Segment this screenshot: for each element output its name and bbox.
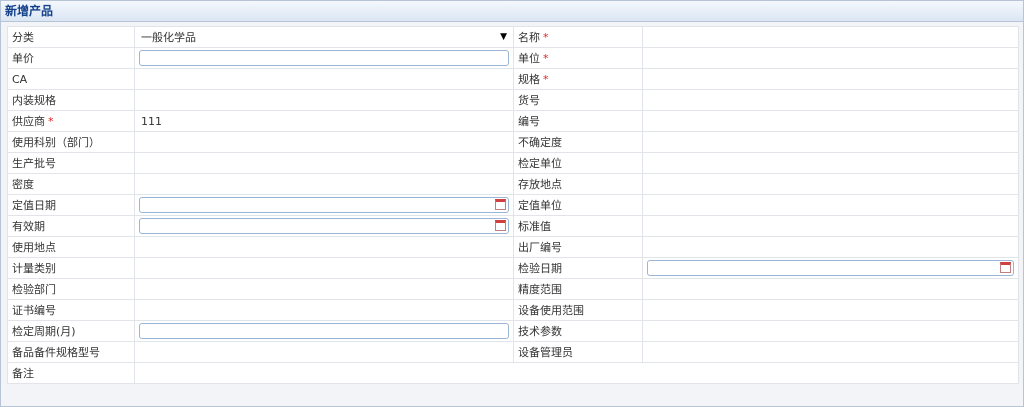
unit-field[interactable] (642, 47, 1019, 69)
form-row: 密度 存放地点 (7, 173, 1019, 195)
valid-period-label: 有效期 (7, 215, 135, 237)
storage-field[interactable] (642, 173, 1019, 195)
required-mark: * (543, 52, 549, 65)
calendar-icon[interactable] (495, 220, 506, 231)
device-range-field[interactable] (642, 299, 1019, 321)
form-row: 定值日期 定值单位 (7, 194, 1019, 216)
number-field[interactable] (642, 110, 1019, 132)
tech-params-label: 技术参数 (513, 320, 643, 342)
form-row: 备注 (7, 362, 1019, 384)
form-row: 证书编号 设备使用范围 (7, 299, 1019, 321)
remark-label: 备注 (7, 362, 135, 384)
supplier-label: 供应商 (12, 115, 45, 128)
form-row: 生产批号 检定单位 (7, 152, 1019, 174)
verify-cycle-label: 检定周期(月) (7, 320, 135, 342)
valuation-date-label: 定值日期 (7, 194, 135, 216)
name-label: 名称 (518, 31, 540, 44)
panel-title: 新增产品 (1, 1, 1023, 22)
spare-model-field[interactable] (134, 341, 514, 363)
verify-cycle-input[interactable] (139, 323, 509, 339)
usage-dept-field[interactable] (134, 131, 514, 153)
device-admin-label: 设备管理员 (513, 341, 643, 363)
form-row: 供应商 * 111 编号 (7, 110, 1019, 132)
add-product-panel: 新增产品 分类 一般化学品 ▼ 名称 * 单价 单位 * CA 规格 * 内装规… (0, 0, 1024, 407)
valuation-unit-label: 定值单位 (513, 194, 643, 216)
supplier-value: 111 (141, 114, 162, 128)
accuracy-field[interactable] (642, 278, 1019, 300)
package-spec-field[interactable] (134, 89, 514, 111)
verify-date-input[interactable] (647, 260, 1014, 276)
form-row: 使用科别（部门） 不确定度 (7, 131, 1019, 153)
spec-label: 规格 (518, 73, 540, 86)
unit-label: 单位 (518, 52, 540, 65)
density-field[interactable] (134, 173, 514, 195)
usage-dept-label: 使用科别（部门） (7, 131, 135, 153)
certificate-field[interactable] (134, 299, 514, 321)
factory-number-field[interactable] (642, 236, 1019, 258)
device-range-label: 设备使用范围 (513, 299, 643, 321)
verify-unit-field[interactable] (642, 152, 1019, 174)
calendar-icon[interactable] (495, 199, 506, 210)
standard-value-label: 标准值 (513, 215, 643, 237)
verify-date-label: 检验日期 (513, 257, 643, 279)
spec-field[interactable] (642, 68, 1019, 90)
uncertainty-label: 不确定度 (513, 131, 643, 153)
form-row: 单价 单位 * (7, 47, 1019, 69)
form-row: 备品备件规格型号 设备管理员 (7, 341, 1019, 363)
form-row: 分类 一般化学品 ▼ 名称 * (7, 26, 1019, 48)
use-location-field[interactable] (134, 236, 514, 258)
measure-type-label: 计量类别 (7, 257, 135, 279)
remark-field[interactable] (134, 362, 1019, 384)
number-label: 编号 (513, 110, 643, 132)
model-field[interactable] (642, 89, 1019, 111)
tech-params-field[interactable] (642, 320, 1019, 342)
storage-label: 存放地点 (513, 173, 643, 195)
form-row: 检验部门 精度范围 (7, 278, 1019, 300)
required-mark: * (543, 73, 549, 86)
product-form: 分类 一般化学品 ▼ 名称 * 单价 单位 * CA 规格 * 内装规格 货号 … (7, 26, 1019, 384)
package-spec-label: 内装规格 (7, 89, 135, 111)
ca-field[interactable] (134, 68, 514, 90)
form-row: 使用地点 出厂编号 (7, 236, 1019, 258)
category-value: 一般化学品 (141, 31, 196, 44)
factory-number-label: 出厂编号 (513, 236, 643, 258)
valid-period-input[interactable] (139, 218, 509, 234)
unit-price-input[interactable] (139, 50, 509, 66)
form-row: CA 规格 * (7, 68, 1019, 90)
batch-field[interactable] (134, 152, 514, 174)
verify-dept-label: 检验部门 (7, 278, 135, 300)
required-mark: * (48, 115, 54, 128)
measure-type-field[interactable] (134, 257, 514, 279)
verify-unit-label: 检定单位 (513, 152, 643, 174)
use-location-label: 使用地点 (7, 236, 135, 258)
standard-value-field[interactable] (642, 215, 1019, 237)
form-row: 有效期 标准值 (7, 215, 1019, 237)
density-label: 密度 (7, 173, 135, 195)
model-label: 货号 (513, 89, 643, 111)
dropdown-arrow-icon[interactable]: ▼ (500, 32, 507, 42)
valuation-unit-field[interactable] (642, 194, 1019, 216)
form-row: 检定周期(月) 技术参数 (7, 320, 1019, 342)
device-admin-field[interactable] (642, 341, 1019, 363)
supplier-field[interactable]: 111 (134, 110, 514, 132)
uncertainty-field[interactable] (642, 131, 1019, 153)
unit-price-label: 单价 (7, 47, 135, 69)
calendar-icon[interactable] (1000, 262, 1011, 273)
spare-model-label: 备品备件规格型号 (7, 341, 135, 363)
verify-dept-field[interactable] (134, 278, 514, 300)
name-field[interactable] (642, 26, 1019, 48)
form-row: 内装规格 货号 (7, 89, 1019, 111)
accuracy-label: 精度范围 (513, 278, 643, 300)
category-label: 分类 (7, 26, 135, 48)
category-select[interactable]: 一般化学品 ▼ (139, 29, 509, 45)
form-row: 计量类别 检验日期 (7, 257, 1019, 279)
ca-label: CA (7, 68, 135, 90)
required-mark: * (543, 31, 549, 44)
valuation-date-input[interactable] (139, 197, 509, 213)
certificate-label: 证书编号 (7, 299, 135, 321)
batch-label: 生产批号 (7, 152, 135, 174)
